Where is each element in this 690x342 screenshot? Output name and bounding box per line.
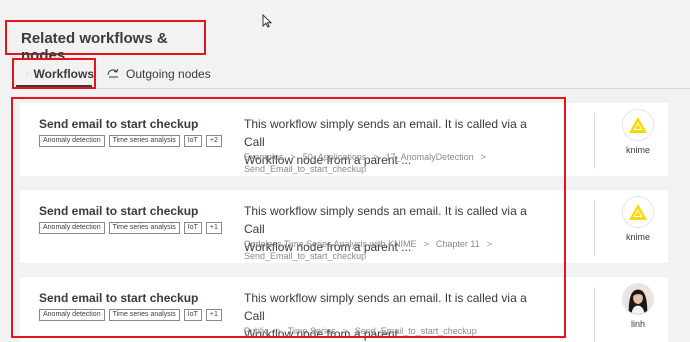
- user-photo-avatar[interactable]: [622, 283, 654, 315]
- tag[interactable]: Time series analysis: [108, 222, 180, 234]
- tab-workflows-label: Workflows: [33, 66, 94, 81]
- workflow-title[interactable]: Send email to start checkup: [39, 204, 198, 218]
- more-tags-badge[interactable]: +1: [205, 222, 222, 234]
- workflow-title[interactable]: Send email to start checkup: [39, 117, 198, 131]
- card-divider: [594, 200, 595, 256]
- active-tab-indicator: [16, 85, 92, 87]
- knime-logo-icon[interactable]: [622, 109, 654, 141]
- breadcrumb-item[interactable]: Send_Email_to_start_checkup: [244, 251, 366, 261]
- tab-outgoing-nodes-label: Outgoing nodes: [126, 66, 211, 81]
- more-tags-badge[interactable]: +2: [205, 135, 222, 147]
- card-divider: [594, 287, 595, 342]
- owner[interactable]: linh: [610, 283, 666, 329]
- owner-name[interactable]: knime: [610, 232, 666, 242]
- card-divider: [594, 113, 595, 169]
- description-line: This workflow simply sends an email. It …: [244, 117, 527, 149]
- breadcrumb-separator-icon: >: [342, 326, 348, 336]
- workflow-card[interactable]: Send email to start checkup Anomaly dete…: [20, 277, 668, 342]
- tag-list: Anomaly detection Time series analysis I…: [39, 135, 222, 147]
- breadcrumb-separator-icon: >: [275, 326, 281, 336]
- breadcrumb-separator-icon: >: [480, 152, 486, 162]
- breadcrumb-item[interactable]: Chapter 11: [436, 239, 480, 249]
- workflow-icon: [26, 72, 28, 75]
- tag[interactable]: Anomaly detection: [39, 135, 105, 147]
- tag[interactable]: IoT: [183, 309, 202, 321]
- breadcrumb-item[interactable]: 17_AnomalyDetection: [386, 152, 474, 162]
- breadcrumb-item[interactable]: Time Series: [288, 326, 336, 336]
- owner-name[interactable]: knime: [610, 145, 666, 155]
- breadcrumb: Examples >50_Applications >17_AnomalyDetec…: [244, 151, 534, 175]
- workflow-card[interactable]: Send email to start checkup Anomaly dete…: [20, 103, 668, 176]
- breadcrumb-item[interactable]: Public: [244, 326, 269, 336]
- breadcrumb-separator-icon: >: [486, 239, 492, 249]
- more-tags-badge[interactable]: +1: [205, 309, 222, 321]
- owner-name[interactable]: linh: [610, 319, 666, 329]
- breadcrumb: Codeless Time Series Analysis with KNIME…: [244, 238, 534, 262]
- outgoing-nodes-icon: [107, 68, 118, 77]
- tag[interactable]: Anomaly detection: [39, 309, 105, 321]
- breadcrumb-item[interactable]: 50_Applications: [303, 152, 367, 162]
- section-title: Related workflows & nodes: [5, 20, 206, 64]
- tag[interactable]: Anomaly detection: [39, 222, 105, 234]
- breadcrumb-separator-icon: >: [373, 152, 379, 162]
- tab-workflows[interactable]: Workflows: [12, 58, 96, 89]
- tab-outgoing-nodes[interactable]: Outgoing nodes: [106, 58, 211, 89]
- mouse-cursor-icon: [262, 14, 272, 28]
- tag-list: Anomaly detection Time series analysis I…: [39, 309, 222, 321]
- tag[interactable]: IoT: [183, 135, 202, 147]
- breadcrumb-item[interactable]: Send_Email_to_start_checkup: [355, 326, 477, 336]
- tab-bar: Workflows Outgoing nodes: [12, 58, 690, 90]
- tag[interactable]: Time series analysis: [108, 309, 180, 321]
- owner[interactable]: knime: [610, 196, 666, 242]
- breadcrumb-item[interactable]: Codeless Time Series Analysis with KNIME: [244, 239, 417, 249]
- owner[interactable]: knime: [610, 109, 666, 155]
- breadcrumb-item[interactable]: Examples: [244, 152, 284, 162]
- workflow-title[interactable]: Send email to start checkup: [39, 291, 198, 305]
- breadcrumb-separator-icon: >: [290, 152, 296, 162]
- workflow-card[interactable]: Send email to start checkup Anomaly dete…: [20, 190, 668, 263]
- knime-logo-icon[interactable]: [622, 196, 654, 228]
- description-line: This workflow simply sends an email. It …: [244, 204, 527, 236]
- breadcrumb: Public > Time Series > Send_Email_to_start_c…: [244, 325, 534, 337]
- description-line: This workflow simply sends an email. It …: [244, 291, 527, 323]
- tag-list: Anomaly detection Time series analysis I…: [39, 222, 222, 234]
- breadcrumb-item[interactable]: Send_Email_to_start_checkup: [244, 164, 366, 174]
- tag[interactable]: IoT: [183, 222, 202, 234]
- breadcrumb-separator-icon: >: [423, 239, 429, 249]
- tag[interactable]: Time series analysis: [108, 135, 180, 147]
